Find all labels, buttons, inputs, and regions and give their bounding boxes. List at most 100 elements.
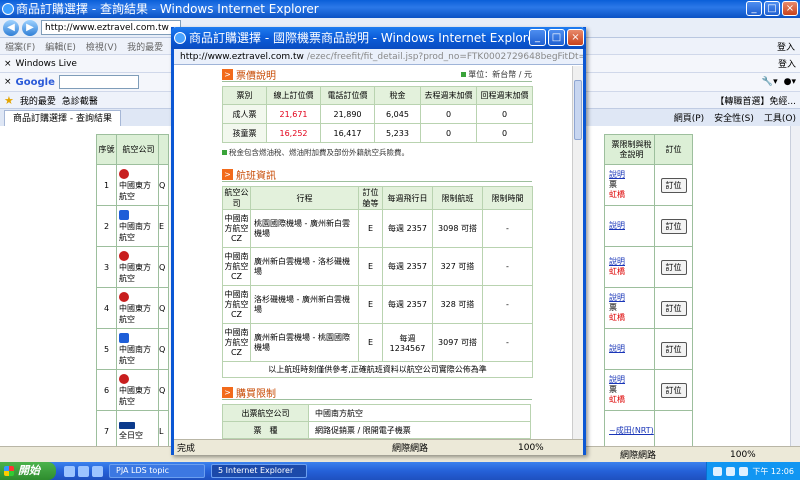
header-order: 訂位 [654,134,693,165]
windows-live-label[interactable]: Windows Live [16,59,77,69]
background-address-input[interactable]: http://www.eztravel.com.tw [41,20,181,35]
login-link[interactable]: 登入 [777,40,795,53]
google-logo: Google [15,76,55,88]
table-row: 中國南方航空 CZ 洛杉磯機場 - 廣州新白雲機場 E 每週 2357 328 … [222,285,533,324]
popup-status-zoom[interactable]: 100% [518,443,544,453]
tray-volume-icon[interactable] [726,466,736,476]
popup-status-text: 完成 [177,444,196,454]
menu-page[interactable]: 網頁(P) [674,111,704,124]
tray-security-icon[interactable] [739,466,749,476]
favorite-link-er[interactable]: 急診截醫 [62,94,98,107]
desc-extra: 票 [609,385,617,394]
flight-days: 每週 2357 [382,209,433,248]
popup-maximize-button[interactable]: □ [548,29,565,46]
row-airline: 中國東方航空 [116,246,159,288]
popup-minimize-button[interactable]: _ [529,29,546,46]
row-code: E [158,205,169,247]
table-row: 出票航空公司 中國南方航空 [222,404,531,422]
google-settings-icon[interactable]: ●▾ [784,77,796,87]
row-order-cell: 訂位 [654,246,693,288]
quick-launch-desktop-icon[interactable] [78,465,89,477]
row-no: 2 [96,205,117,247]
price-cell: 0 [476,104,533,124]
desc-extra-link[interactable]: ~成田(NRT) [609,426,654,435]
price-cell: 0 [420,123,477,143]
popup-address-bar[interactable]: http://www.eztravel.com.tw/ezec/freefit/… [174,49,583,65]
desc-link[interactable]: 說明 [609,293,625,302]
row-desc: 說明 [604,328,655,370]
popup-close-button[interactable]: × [567,29,584,46]
order-button[interactable]: 訂位 [660,341,687,357]
order-button[interactable]: 訂位 [660,177,687,193]
popup-scrollbar[interactable] [572,66,583,439]
table-row: 3 中國東方航空 Q [96,246,169,288]
close-google-toolbar-icon[interactable]: × [4,77,12,87]
popup-scrollbar-thumb[interactable] [574,80,582,140]
favorites-star-icon[interactable]: ★ [4,94,14,107]
china-eastern-logo-icon [119,373,129,384]
maximize-button[interactable]: □ [764,1,780,16]
wrench-icon[interactable]: 🔧▾ [762,77,778,87]
row-airline-name: 中國東方航空 [119,303,151,324]
price-section-title: 票價說明 [236,71,276,82]
menu-file[interactable]: 檔案(F) [5,40,35,53]
limit-section-title: 購買限制 [236,389,276,400]
favorite-link-jobs[interactable]: 【轉職首選】免經... [715,94,796,107]
windows-live-login[interactable]: 登入 [778,57,796,70]
menu-tools[interactable]: 工具(O) [764,111,796,124]
flight-route: 桃園國際機場 - 廣州新白雲機場 [250,209,359,248]
row-airline: 中國東方航空 [116,287,159,329]
quick-launch-ie-icon[interactable] [64,465,75,477]
flight-days: 每週 2357 [382,247,433,286]
bullet-icon [461,72,467,77]
flight-class: E [358,285,383,324]
forward-arrow-icon[interactable]: ▶ [22,19,38,36]
quick-launch-media-icon[interactable] [92,465,103,477]
desc-link[interactable]: 說明 [609,375,625,384]
table-row: 說明票虹橋 訂位 [604,369,693,411]
row-code: Q [158,328,169,370]
desc-link[interactable]: 說明 [609,257,625,266]
order-button[interactable]: 訂位 [660,382,687,398]
menu-view[interactable]: 檢視(V) [86,40,117,53]
desc-link[interactable]: 說明 [609,221,625,230]
minimize-button[interactable]: _ [746,1,762,16]
price-cell: 0 [476,123,533,143]
flight-header: 限制航班 [432,186,483,210]
google-search-input[interactable] [58,75,139,89]
order-button[interactable]: 訂位 [660,300,687,316]
table-row: 說明票虹橋 訂位 [604,164,693,206]
header-desc: 票限制與稅金說明 [604,134,655,165]
start-button[interactable]: 開始 [0,462,56,480]
taskbar-task-ie[interactable]: 5 Internet Explorer [211,464,307,478]
desc-red: 虹橋 [609,313,625,322]
close-button[interactable]: × [782,1,798,16]
back-arrow-icon[interactable]: ◀ [3,19,19,36]
table-row: 票 種 網路促銷票 / 限開電子機票 [222,421,531,439]
order-button[interactable]: 訂位 [660,259,687,275]
desc-link[interactable]: 說明 [609,170,625,179]
taskbar-task-topic[interactable]: PJA LDS topic [109,464,205,478]
tax-note-text: 稅金包含燃油稅、燃油附加費及部份外籍航空兵險費。 [229,148,409,157]
background-scrollbar[interactable] [790,126,800,446]
desc-link[interactable]: 說明 [609,344,625,353]
desc-red: 虹橋 [609,395,625,404]
flight-route: 洛杉磯機場 - 廣州新白雲機場 [250,285,359,324]
tray-network-icon[interactable] [713,466,723,476]
menu-favorites[interactable]: 我的最愛 [127,40,163,53]
tray-clock[interactable]: 下午 12:06 [752,466,794,477]
limit-value: 中國南方航空 [308,404,531,422]
results-table-left: 序號 航空公司 1 中國東方航空 Q 2 中國南方航空 E 3 中國東方航空 Q… [96,134,169,452]
price-cell-online: 16,252 [266,123,321,143]
row-airline: 中國南方航空 [116,205,159,247]
background-status-zoom[interactable]: 100% [730,450,756,460]
menu-edit[interactable]: 編輯(E) [45,40,76,53]
order-button[interactable]: 訂位 [660,218,687,234]
popup-ie-window: 商品訂購選擇 - 國際機票商品說明 - Windows Internet Exp… [171,27,586,455]
menu-security[interactable]: 安全性(S) [714,111,754,124]
tab-search-results[interactable]: 商品訂購選擇 - 查詢結果 [4,109,121,126]
popup-window-title: 商品訂購選擇 - 國際機票商品說明 - Windows Internet Exp… [189,31,540,45]
desc-extra: 票 [609,303,617,312]
close-toolbar-icon[interactable]: × [4,59,12,69]
favorites-label[interactable]: 我的最愛 [20,94,56,107]
